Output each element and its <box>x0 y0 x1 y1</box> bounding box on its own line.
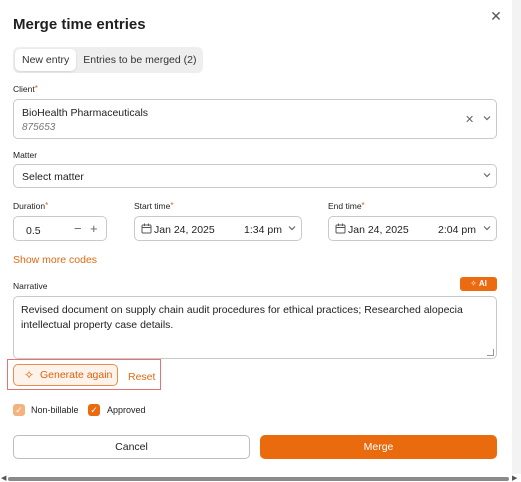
minus-icon[interactable]: − <box>74 222 82 235</box>
cancel-button[interactable]: Cancel <box>13 435 250 459</box>
plus-icon[interactable]: + <box>90 222 98 235</box>
calendar-icon <box>335 223 346 237</box>
vertical-scrollbar[interactable] <box>512 0 521 474</box>
sparkle-icon: ✧ <box>470 279 477 288</box>
client-select[interactable]: BioHealth Pharmaceuticals 875653 ✕ <box>13 99 497 139</box>
tab-bar: New entry Entries to be merged (2) <box>13 47 203 73</box>
required-mark: * <box>34 84 38 93</box>
show-more-codes-link[interactable]: Show more codes <box>13 254 97 266</box>
resize-handle[interactable] <box>487 349 494 356</box>
scroll-right-arrow-icon[interactable]: ▶ <box>512 474 517 482</box>
merge-time-entries-dialog: Merge time entries ✕ New entry Entries t… <box>0 0 512 476</box>
chevron-down-icon[interactable] <box>287 223 297 236</box>
client-id: 875653 <box>22 122 56 133</box>
duration-label: Duration* <box>13 201 48 211</box>
approved-checkbox[interactable]: ✓ <box>88 404 100 416</box>
required-mark: * <box>361 201 365 210</box>
start-date: Jan 24, 2025 <box>154 224 215 236</box>
matter-label: Matter <box>13 150 38 160</box>
client-label: Client* <box>13 84 38 94</box>
start-time-label: Start time* <box>134 201 174 211</box>
scroll-thumb[interactable] <box>8 477 509 481</box>
clear-icon[interactable]: ✕ <box>465 114 474 126</box>
ai-button[interactable]: ✧ AI <box>460 277 497 291</box>
reset-link[interactable]: Reset <box>128 371 155 383</box>
scroll-left-arrow-icon[interactable]: ◀ <box>1 474 6 482</box>
duration-value[interactable]: 0.5 <box>26 225 41 237</box>
matter-select[interactable]: Select matter <box>13 164 497 188</box>
required-mark: * <box>170 201 174 210</box>
non-billable-label: Non-billable <box>31 405 79 415</box>
duration-label-text: Duration <box>13 201 46 211</box>
generate-again-label: Generate again <box>40 369 113 381</box>
narrative-text: Revised document on supply chain audit p… <box>21 304 463 331</box>
close-icon[interactable]: ✕ <box>488 8 504 24</box>
end-time-label-text: End time <box>328 201 362 211</box>
required-mark: * <box>45 201 49 210</box>
client-name: BioHealth Pharmaceuticals <box>22 107 149 119</box>
client-label-text: Client <box>13 84 35 94</box>
duration-stepper[interactable]: 0.5 − + <box>13 216 107 241</box>
merge-button[interactable]: Merge <box>260 435 497 459</box>
narrative-textarea[interactable]: Revised document on supply chain audit p… <box>13 296 497 359</box>
chevron-down-icon[interactable] <box>482 113 492 126</box>
approved-label: Approved <box>107 405 146 415</box>
start-time: 1:34 pm <box>244 224 282 236</box>
ai-button-label: AI <box>478 279 487 288</box>
narrative-label: Narrative <box>13 281 48 291</box>
chevron-down-icon[interactable] <box>482 170 492 183</box>
generate-again-button[interactable]: ✧ Generate again <box>13 364 118 386</box>
sparkle-icon: ✧ <box>24 368 35 382</box>
non-billable-checkbox[interactable]: ✓ <box>13 404 25 416</box>
start-time-picker[interactable]: Jan 24, 2025 1:34 pm <box>134 216 302 241</box>
chevron-down-icon[interactable] <box>482 223 492 236</box>
tab-entries-to-be-merged[interactable]: Entries to be merged (2) <box>76 49 203 71</box>
end-time: 2:04 pm <box>438 224 476 236</box>
end-time-picker[interactable]: Jan 24, 2025 2:04 pm <box>328 216 497 241</box>
matter-placeholder: Select matter <box>22 171 84 183</box>
calendar-icon <box>141 223 152 237</box>
end-date: Jan 24, 2025 <box>348 224 409 236</box>
end-time-label: End time* <box>328 201 365 211</box>
tab-new-entry[interactable]: New entry <box>15 49 77 71</box>
dialog-title: Merge time entries <box>13 16 146 33</box>
horizontal-scrollbar[interactable]: ◀ ▶ <box>0 474 521 482</box>
start-time-label-text: Start time <box>134 201 171 211</box>
